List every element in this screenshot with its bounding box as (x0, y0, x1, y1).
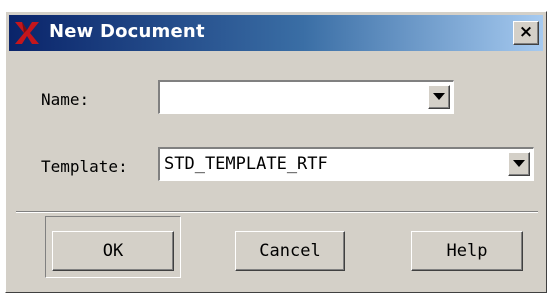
new-document-dialog: New Document × Name: Template: STD_TEMPL… (5, 11, 547, 293)
separator (16, 211, 538, 213)
name-label: Name: (41, 90, 90, 109)
cancel-button[interactable]: Cancel (235, 231, 345, 271)
ok-button[interactable]: OK (52, 231, 174, 271)
template-combobox[interactable]: STD_TEMPLATE_RTF (158, 147, 534, 181)
triangle-down-icon (513, 160, 525, 167)
title-bar[interactable]: New Document × (9, 15, 543, 51)
name-combobox[interactable] (158, 80, 454, 114)
template-label: Template: (41, 157, 128, 176)
template-value: STD_TEMPLATE_RTF (164, 154, 328, 174)
x-logo-icon (15, 22, 39, 44)
close-button[interactable]: × (513, 21, 539, 45)
window-title: New Document (49, 21, 205, 42)
name-dropdown-button[interactable] (428, 85, 450, 109)
template-dropdown-button[interactable] (508, 152, 530, 176)
help-button[interactable]: Help (411, 231, 523, 271)
triangle-down-icon (433, 93, 445, 100)
close-icon: × (518, 22, 534, 42)
